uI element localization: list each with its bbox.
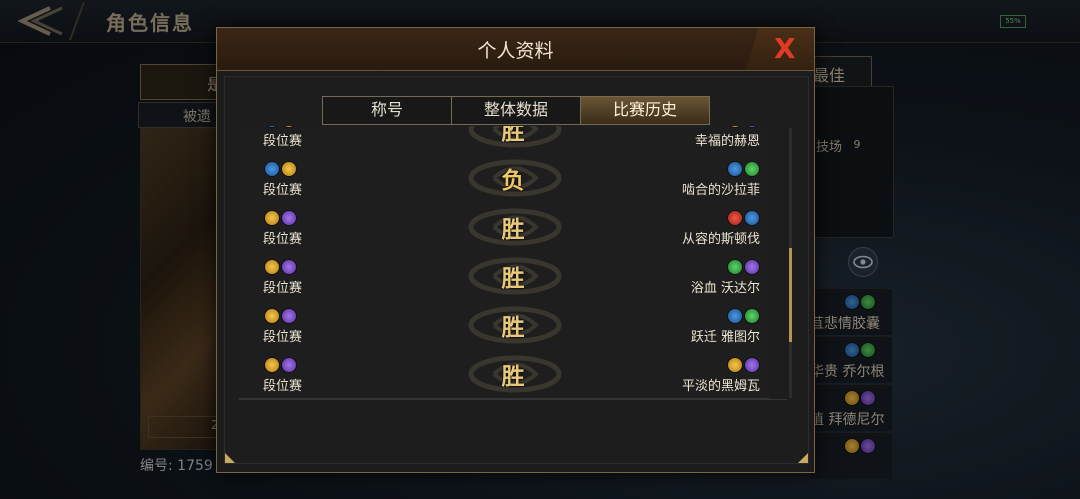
opponent-faction-icons (727, 161, 760, 177)
tab-bar: 称号 整体数据 比赛历史 (322, 96, 710, 125)
gold-faction-icon (727, 357, 743, 373)
purple-faction-icon (744, 357, 760, 373)
opponent-faction-icons (727, 126, 760, 128)
green-faction-icon (727, 259, 743, 275)
opponent-name: 幸福的赫恩 (694, 134, 760, 149)
profile-modal: 个人资料 X 称号 整体数据 比赛历史 段位赛胜幸福的赫恩 段位赛负啮合的沙拉菲段… (216, 27, 815, 473)
purple-faction-icon (744, 259, 760, 275)
tab-match-history[interactable]: 比赛历史 (580, 96, 710, 125)
opponent-name: 跃迁 雅图尔 (690, 330, 760, 345)
match-history-list[interactable]: 段位赛胜幸福的赫恩 段位赛负啮合的沙拉菲 段位赛胜从容的斯顿伐 段位赛胜浴血 沃达尔段… (239, 126, 787, 400)
opponent-faction-icons (727, 357, 760, 373)
red-faction-icon (727, 210, 743, 226)
opponent-name: 啮合的沙拉菲 (681, 183, 760, 198)
close-button[interactable]: X (746, 28, 814, 70)
modal-title: 个人资料 (477, 40, 554, 62)
match-row[interactable]: 段位赛胜跃迁 雅图尔 (239, 300, 769, 350)
match-row[interactable]: 段位赛胜从容的斯顿伐 (239, 202, 769, 252)
match-row[interactable]: 段位赛负啮合的沙拉菲 (239, 153, 769, 203)
blue-faction-icon (744, 210, 760, 226)
close-icon: X (774, 32, 796, 65)
gold-faction-icon (727, 126, 743, 128)
modal-header: 个人资料 X (217, 28, 814, 71)
scroll-thumb[interactable] (789, 248, 792, 342)
opponent-faction-icons (727, 210, 760, 226)
opponent-name: 浴血 沃达尔 (690, 281, 760, 296)
opponent-faction-icons (727, 308, 760, 324)
corner-ornament-right (798, 453, 808, 463)
match-row[interactable]: 段位赛胜平淡的黑姆瓦 (239, 349, 769, 399)
tab-title[interactable]: 称号 (322, 96, 451, 125)
match-row[interactable]: 段位赛胜浴血 沃达尔 (239, 251, 769, 301)
opponent-name: 从容的斯顿伐 (681, 232, 760, 247)
opponent-name: 平淡的黑姆瓦 (681, 379, 760, 394)
green-faction-icon (744, 308, 760, 324)
green-faction-icon (744, 161, 760, 177)
scrollbar[interactable] (789, 128, 792, 398)
tab-overall-data[interactable]: 整体数据 (451, 96, 580, 125)
blue-faction-icon (727, 161, 743, 177)
match-row[interactable]: 段位赛胜幸福的赫恩 (239, 126, 769, 154)
blue-faction-icon (727, 308, 743, 324)
opponent-faction-icons (727, 259, 760, 275)
purple-faction-icon (744, 126, 760, 128)
corner-ornament-left (225, 453, 235, 463)
